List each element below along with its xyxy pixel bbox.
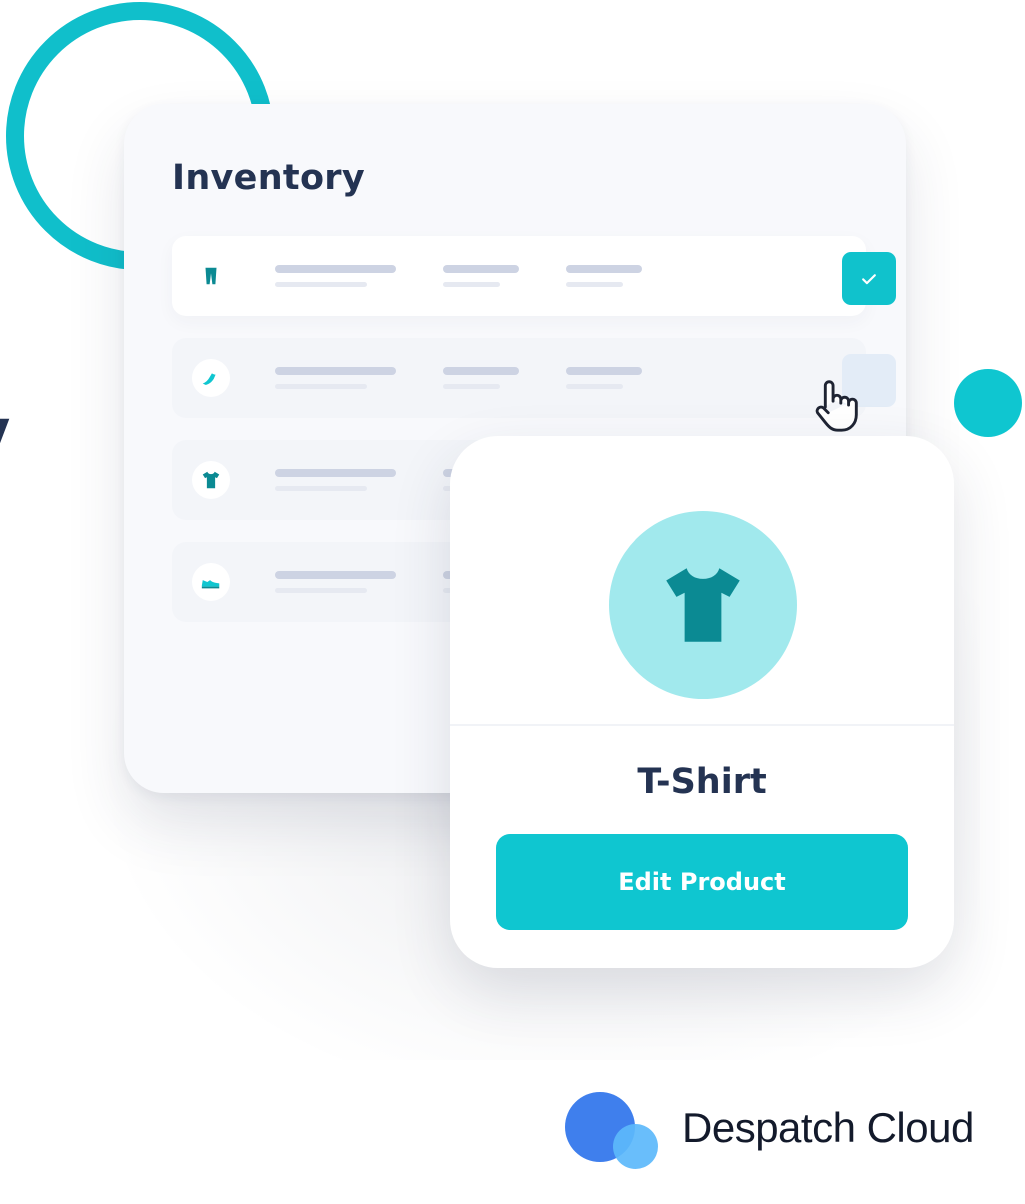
row-name-placeholder <box>275 571 396 579</box>
row-subtext-placeholder <box>566 282 623 287</box>
row-checkbox-checked[interactable] <box>842 252 896 305</box>
trousers-icon <box>192 257 230 295</box>
row-subtext-placeholder <box>566 384 623 389</box>
row-subtext-placeholder <box>275 384 367 389</box>
sneaker-icon <box>192 563 230 601</box>
row-sku-placeholder <box>443 367 519 375</box>
decorative-dot <box>954 369 1022 437</box>
row-name-placeholder <box>275 265 396 273</box>
row-name-placeholder <box>275 469 396 477</box>
row-subtext-placeholder <box>443 384 500 389</box>
checkmark-icon <box>862 274 876 285</box>
inventory-row-shoe[interactable] <box>172 338 896 418</box>
brand-name: Despatch Cloud <box>682 1104 974 1151</box>
product-name: T-Shirt <box>637 762 767 802</box>
row-name-placeholder <box>275 367 396 375</box>
tshirt-icon <box>192 461 230 499</box>
inventory-title: Inventory <box>172 158 365 198</box>
product-image <box>609 511 797 699</box>
row-subtext-placeholder <box>275 486 367 491</box>
shoe-icon <box>192 359 230 397</box>
row-stock-placeholder <box>566 265 642 273</box>
despatch-cloud-logo-icon <box>563 1092 663 1172</box>
divider <box>450 724 954 726</box>
row-sku-placeholder <box>443 265 519 273</box>
cropped-text-fragment: y <box>0 395 10 468</box>
edit-product-button[interactable]: Edit Product <box>496 834 908 930</box>
product-detail-card: T-Shirt Edit Product <box>450 436 954 968</box>
row-stock-placeholder <box>566 367 642 375</box>
inventory-row-trousers[interactable] <box>172 236 896 316</box>
tshirt-icon <box>666 568 740 642</box>
row-subtext-placeholder <box>443 282 500 287</box>
row-subtext-placeholder <box>275 588 367 593</box>
hand-pointer-cursor-icon <box>815 380 858 432</box>
row-subtext-placeholder <box>275 282 367 287</box>
